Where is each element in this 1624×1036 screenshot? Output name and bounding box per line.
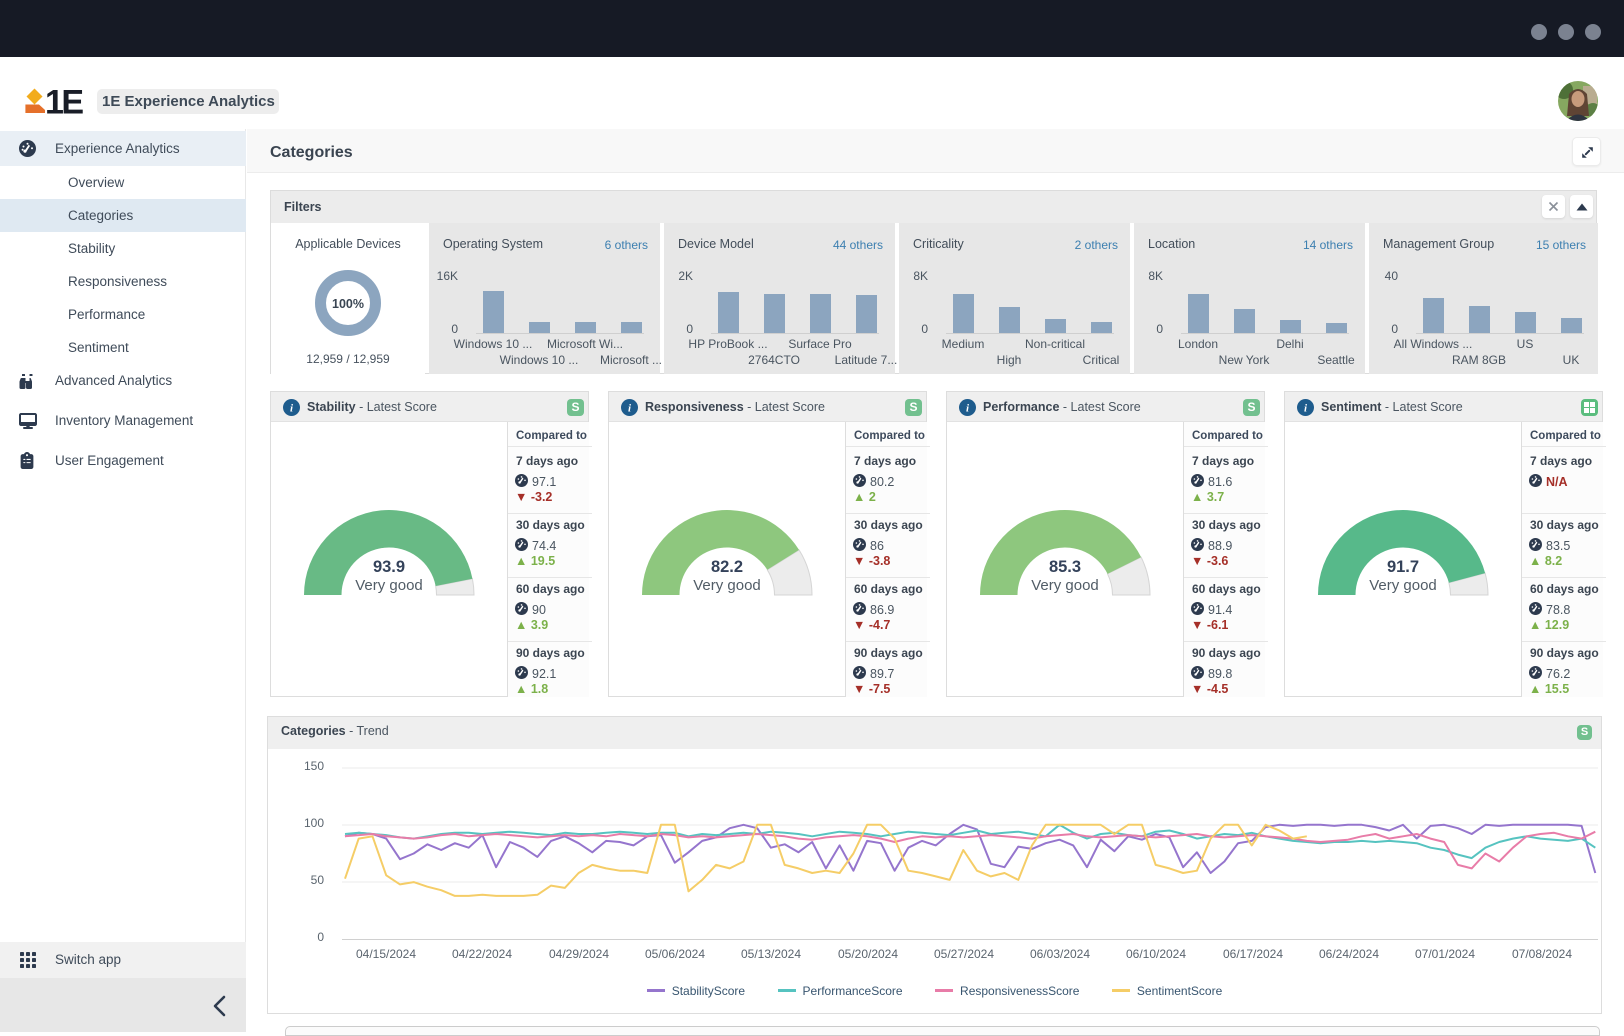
svg-text:1E: 1E (45, 84, 83, 118)
